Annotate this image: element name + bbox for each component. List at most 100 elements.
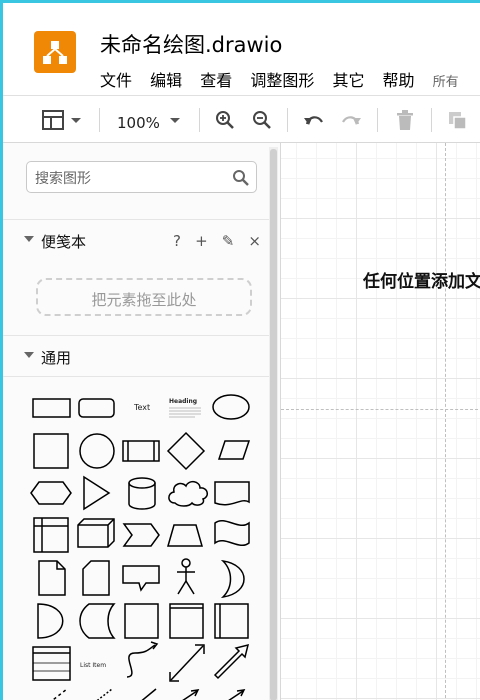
diamond-shape[interactable] (166, 431, 206, 471)
canvas-hint-text: 任何位置添加文 (363, 272, 480, 292)
list-item-shape[interactable]: List Item (80, 662, 106, 669)
format-panel-toggle-button[interactable] (41, 106, 87, 134)
to-front-button[interactable] (445, 106, 471, 134)
ellipse-shape[interactable] (212, 394, 250, 420)
zoom-dropdown-button[interactable] (167, 106, 183, 134)
general-header[interactable]: 通用 (3, 335, 269, 376)
undo-icon (304, 116, 323, 125)
card-shape[interactable] (82, 560, 110, 596)
drawio-logo (34, 31, 76, 73)
internal-storage-shape[interactable] (33, 517, 69, 553)
collapse-triangle-icon[interactable] (24, 236, 34, 242)
scratchpad-add-button[interactable]: + (195, 232, 208, 250)
scratchpad-drop-zone[interactable]: 把元素拖至此处 (36, 278, 252, 316)
zoom-level[interactable]: 100% (117, 114, 160, 132)
menu-all-changes[interactable]: 所有 (433, 71, 459, 90)
chevron-down-icon (170, 118, 180, 123)
scrollbar-thumb[interactable] (270, 149, 277, 700)
textbox-shape[interactable]: Heading (169, 398, 201, 418)
search-input[interactable]: 搜索图形 (35, 168, 91, 188)
scratchpad-header[interactable]: 便笺本 ? + ✎ × (3, 219, 269, 260)
scratchpad-title: 便笺本 (41, 233, 87, 251)
bidirectional-arrow-shape[interactable] (169, 644, 205, 682)
heading-shape-label: Heading (169, 398, 197, 405)
title-bar: 未命名绘图.drawio 文件 编辑 查看 调整图形 其它 帮助 所有 (3, 3, 480, 95)
zoom-in-icon (216, 111, 234, 129)
scratchpad-help-button[interactable]: ? (173, 232, 181, 250)
cylinder-shape[interactable] (128, 477, 156, 510)
curve-shape[interactable] (126, 641, 159, 678)
zoom-out-icon (253, 111, 271, 129)
step-shape[interactable] (122, 523, 160, 547)
list-shape[interactable] (32, 646, 71, 681)
container-shape[interactable] (124, 603, 159, 639)
cube-shape[interactable] (77, 518, 115, 548)
connector-shape[interactable] (225, 689, 246, 700)
layout-panel-icon (42, 110, 81, 130)
directional-connector-shape[interactable] (179, 689, 200, 700)
collapse-triangle-icon[interactable] (24, 352, 34, 358)
menu-edit[interactable]: 编辑 (150, 67, 182, 91)
zoom-in-button[interactable] (213, 106, 237, 134)
arrow-shape[interactable] (213, 643, 250, 680)
delete-button[interactable] (393, 106, 417, 134)
toolbar-separator (287, 108, 288, 132)
toolbar: 100% (3, 95, 480, 143)
diagram-canvas[interactable]: 任何位置添加文 (281, 143, 480, 700)
redo-icon (342, 116, 361, 125)
triangle-shape[interactable] (83, 475, 111, 511)
general-shapes-palette: Text Heading List Item (30, 394, 251, 700)
to-front-icon (449, 112, 467, 130)
tape-shape[interactable] (214, 520, 250, 546)
swimlane-shape[interactable] (169, 603, 204, 639)
sidebar-scrollbar[interactable] (269, 147, 278, 700)
trapezoid-shape[interactable] (167, 524, 203, 547)
toolbar-separator (377, 108, 378, 132)
search-icon[interactable] (232, 169, 250, 187)
data-storage-shape[interactable] (79, 603, 116, 639)
search-field[interactable]: 搜索图形 (26, 161, 257, 193)
document-title[interactable]: 未命名绘图.drawio (100, 29, 282, 59)
callout-shape[interactable] (122, 565, 160, 592)
menu-extras[interactable]: 其它 (332, 67, 364, 91)
actor-shape[interactable] (177, 558, 195, 595)
drop-hint: 把元素拖至此处 (91, 291, 197, 309)
dotted-line-shape[interactable] (94, 688, 113, 700)
trash-icon (397, 110, 413, 130)
menu-file[interactable]: 文件 (100, 67, 132, 91)
rounded-rectangle-shape[interactable] (78, 398, 115, 418)
menu-arrange[interactable]: 调整图形 (250, 67, 314, 91)
vertical-container-shape[interactable] (214, 603, 249, 639)
delay-shape[interactable] (37, 603, 64, 639)
rectangle-shape[interactable] (32, 398, 71, 418)
menu-view[interactable]: 查看 (200, 67, 232, 91)
line-shape[interactable] (139, 688, 157, 700)
undo-button[interactable] (301, 106, 327, 134)
scratchpad-edit-button[interactable]: ✎ (222, 232, 235, 250)
general-title: 通用 (41, 349, 72, 367)
page-boundary (445, 143, 446, 700)
menu-help[interactable]: 帮助 (383, 67, 415, 91)
cloud-shape[interactable] (168, 480, 208, 507)
app-window: 未命名绘图.drawio 文件 编辑 查看 调整图形 其它 帮助 所有 100% (0, 0, 480, 700)
menu-bar: 文件 编辑 查看 调整图形 其它 帮助 所有 (100, 67, 459, 91)
page-boundary (281, 409, 480, 410)
dashed-line-shape[interactable] (49, 688, 68, 700)
square-shape[interactable] (33, 433, 69, 469)
scratchpad-close-button[interactable]: × (248, 232, 261, 250)
hexagon-shape[interactable] (30, 481, 72, 505)
circle-shape[interactable] (79, 433, 115, 469)
toolbar-separator (99, 108, 100, 132)
toolbar-separator (431, 108, 432, 132)
section-divider (3, 376, 269, 377)
or-shape[interactable] (220, 559, 245, 599)
redo-button[interactable] (338, 106, 364, 134)
zoom-out-button[interactable] (250, 106, 274, 134)
document-shape[interactable] (214, 481, 250, 506)
text-shape[interactable]: Text (133, 403, 150, 412)
toolbar-separator (199, 108, 200, 132)
shapes-sidebar: 搜索图形 便笺本 ? + ✎ × 把元素拖至此处 通用 Text Heading… (3, 143, 281, 700)
process-shape[interactable] (122, 440, 160, 462)
note-shape[interactable] (38, 560, 66, 596)
parallelogram-shape[interactable] (217, 440, 251, 460)
